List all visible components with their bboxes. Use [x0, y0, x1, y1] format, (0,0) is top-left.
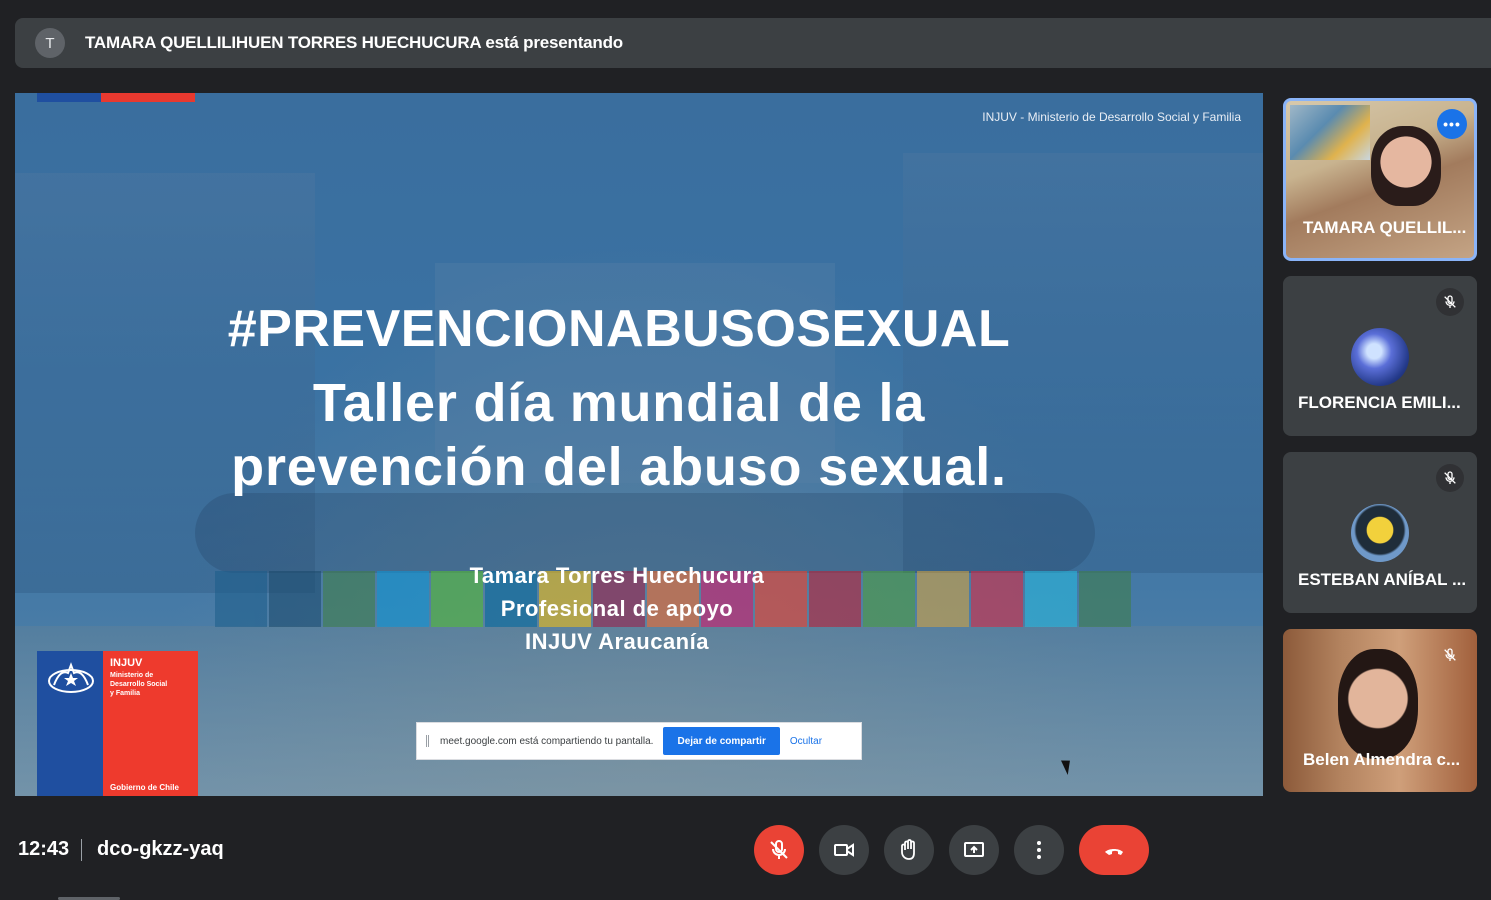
slide-presenter-name: Tamara Torres Huechucura	[469, 563, 765, 588]
shared-screen: INJUV - Ministerio de Desarrollo Social …	[15, 93, 1263, 796]
slide-presenter-info: Tamara Torres Huechucura Profesional de …	[15, 559, 1219, 658]
chile-crest-icon	[48, 662, 94, 693]
participant-video	[1338, 649, 1418, 759]
end-call-button[interactable]	[1079, 825, 1149, 875]
participant-tile[interactable]: FLORENCIA EMILI...	[1283, 276, 1477, 436]
more-vert-icon	[1037, 841, 1041, 859]
end-call-icon	[1105, 849, 1123, 855]
stop-sharing-button[interactable]: Dejar de compartir	[663, 727, 780, 755]
participant-video	[1371, 126, 1441, 206]
slide-presenter-role: Profesional de apoyo	[500, 596, 734, 621]
screen-share-notice: meet.google.com está compartiendo tu pan…	[416, 722, 862, 760]
participant-name: ESTEBAN ANÍBAL ...	[1298, 570, 1467, 589]
present-screen-icon	[964, 842, 984, 857]
raise-hand-icon	[901, 839, 915, 860]
participant-tile[interactable]: ESTEBAN ANÍBAL ...	[1283, 452, 1477, 613]
more-options-icon[interactable]: •••	[1437, 109, 1467, 139]
participant-avatar	[1351, 504, 1409, 562]
present-screen-button[interactable]	[949, 825, 999, 875]
raise-hand-button[interactable]	[884, 825, 934, 875]
more-options-button[interactable]	[1014, 825, 1064, 875]
presenter-banner: T TAMARA QUELLILIHUEN TORRES HUECHUCURA …	[15, 18, 1491, 68]
share-notice-message: meet.google.com está compartiendo tu pan…	[440, 735, 654, 747]
participant-name: FLORENCIA EMILI...	[1298, 393, 1461, 412]
logo-government: Gobierno de Chile	[110, 783, 179, 792]
participant-name: TAMARA QUELLIL...	[1303, 218, 1467, 237]
toggle-mic-button[interactable]	[754, 825, 804, 875]
participant-tile[interactable]: ••• TAMARA QUELLIL...	[1283, 98, 1477, 261]
participant-video-background	[1290, 105, 1370, 160]
slide-top-flag-bar	[37, 93, 215, 102]
presenter-banner-text: TAMARA QUELLILIHUEN TORRES HUECHUCURA es…	[85, 33, 623, 52]
camera-icon	[834, 843, 854, 857]
mic-off-icon	[770, 839, 788, 859]
logo-ministry: Ministerio de Desarrollo Social y Famili…	[110, 672, 168, 697]
divider	[81, 839, 82, 861]
drag-handle-icon[interactable]	[426, 735, 429, 747]
slide-title-line2: prevención del abuso sexual.	[231, 437, 1007, 497]
injuv-logo: INJUV Ministerio de Desarrollo Social y …	[37, 651, 198, 796]
presenter-avatar: T	[35, 28, 65, 58]
mic-off-icon	[1436, 464, 1464, 492]
hide-notice-button[interactable]: Ocultar	[790, 736, 822, 747]
participant-name: Belen Almendra c...	[1303, 750, 1461, 769]
meeting-code[interactable]: dco-gkzz-yaq	[97, 838, 224, 861]
participant-tile[interactable]: Belen Almendra c...	[1283, 629, 1477, 792]
toggle-camera-button[interactable]	[819, 825, 869, 875]
slide-hashtag: #PREVENCIONABUSOSEXUAL	[227, 300, 1011, 358]
call-controls	[754, 825, 1149, 875]
slide-header: INJUV - Ministerio de Desarrollo Social …	[982, 110, 1241, 124]
slide-title-line1: Taller día mundial de la	[312, 373, 926, 433]
mic-off-icon	[1436, 288, 1464, 316]
participant-avatar	[1351, 328, 1409, 386]
mic-off-icon	[1436, 641, 1464, 669]
slide-title: Taller día mundial de la prevención del …	[15, 371, 1223, 499]
logo-org: INJUV	[110, 657, 143, 669]
meeting-clock: 12:43	[18, 838, 70, 860]
